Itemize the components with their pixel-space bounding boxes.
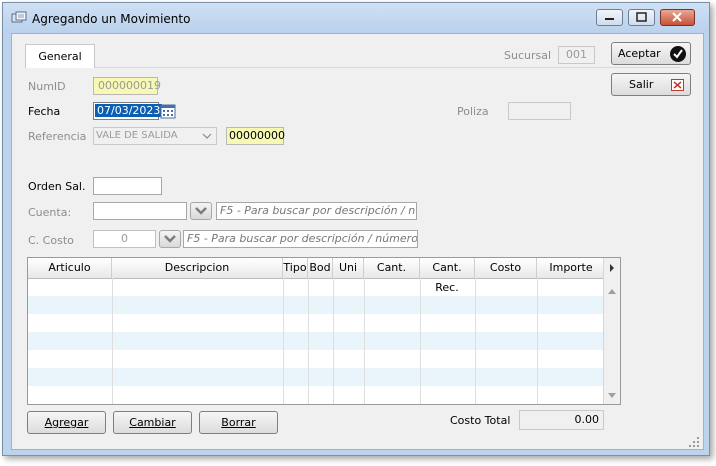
minimize-icon bbox=[605, 18, 614, 20]
grid-column-line bbox=[283, 278, 284, 404]
grid-column-line bbox=[112, 278, 113, 404]
col-descripcion[interactable]: Descripcion bbox=[112, 258, 283, 278]
referencia-label: Referencia bbox=[28, 130, 87, 143]
numid-field: 000000019 bbox=[93, 77, 161, 95]
table-row[interactable] bbox=[28, 350, 606, 368]
close-x-icon bbox=[671, 79, 684, 91]
salir-button[interactable]: Salir bbox=[611, 73, 691, 96]
fecha-field[interactable]: 07/03/2023 bbox=[93, 102, 163, 120]
referencia-select-value: VALE DE SALIDA bbox=[96, 130, 178, 141]
salir-label: Salir bbox=[629, 78, 654, 91]
referencia-code-field: 00000000 bbox=[226, 127, 285, 145]
cuenta-search-hint[interactable]: F5 - Para buscar por descripción / núme bbox=[216, 202, 417, 220]
costo-total-label: Costo Total bbox=[450, 414, 511, 427]
c-costo-label: C. Costo bbox=[28, 234, 74, 247]
col-tipo[interactable]: Tipo bbox=[283, 258, 308, 278]
grid-column-line bbox=[537, 278, 538, 404]
poliza-label: Poliza bbox=[457, 105, 489, 118]
tab-divider bbox=[95, 67, 680, 68]
grid-column-line bbox=[420, 278, 421, 404]
borrar-label: Borrar bbox=[221, 416, 256, 429]
app-icon bbox=[11, 11, 27, 23]
check-icon bbox=[670, 46, 686, 62]
grid-column-line bbox=[364, 278, 365, 404]
col-costo[interactable]: Costo bbox=[475, 258, 537, 278]
sucursal-field: 001 bbox=[558, 46, 595, 64]
cambiar-label: Cambiar bbox=[129, 416, 176, 429]
close-icon bbox=[672, 12, 682, 22]
table-row[interactable] bbox=[28, 368, 606, 386]
table-row[interactable] bbox=[28, 386, 606, 404]
resize-grip-icon[interactable] bbox=[688, 436, 700, 448]
borrar-button[interactable]: Borrar bbox=[199, 411, 278, 434]
referencia-select: VALE DE SALIDA bbox=[93, 127, 217, 145]
aceptar-button[interactable]: Aceptar bbox=[611, 42, 691, 65]
title-bar[interactable]: Agregando un Movimiento bbox=[3, 3, 709, 33]
col-uni[interactable]: Uni bbox=[333, 258, 364, 278]
fecha-value: 07/03/2023 bbox=[95, 104, 163, 117]
col-importe[interactable]: Importe bbox=[537, 258, 606, 278]
table-row[interactable] bbox=[28, 278, 606, 296]
c-costo-field[interactable]: 0 bbox=[93, 230, 156, 248]
poliza-field bbox=[508, 102, 571, 120]
fecha-label: Fecha bbox=[28, 105, 61, 118]
col-articulo[interactable]: Articulo bbox=[28, 258, 112, 278]
costo-total-field: 0.00 bbox=[519, 410, 604, 430]
grid-column-line bbox=[333, 278, 334, 404]
c-costo-search-hint[interactable]: F5 - Para buscar por descripción / númer… bbox=[183, 230, 418, 248]
col-cant-rec[interactable]: Cant. Rec. bbox=[420, 258, 475, 294]
col-bod[interactable]: Bod bbox=[308, 258, 333, 278]
tab-general[interactable]: General bbox=[25, 44, 95, 68]
items-grid[interactable]: Articulo Descripcion Tipo Bod Uni Cant. … bbox=[27, 257, 621, 405]
minimize-button[interactable] bbox=[596, 9, 623, 26]
chevron-down-icon bbox=[195, 207, 207, 215]
scroll-right-icon[interactable] bbox=[606, 263, 618, 273]
c-costo-lookup-button[interactable] bbox=[159, 230, 181, 248]
chevron-down-icon bbox=[164, 235, 176, 243]
dialog-client-area: General Sucursal 001 Aceptar Salir NumID… bbox=[11, 33, 704, 450]
sucursal-label: Sucursal bbox=[504, 49, 552, 62]
cuenta-label: Cuenta: bbox=[28, 206, 72, 219]
maximize-button[interactable] bbox=[628, 9, 655, 26]
close-button[interactable] bbox=[660, 9, 695, 26]
orden-sal-field[interactable] bbox=[93, 177, 162, 195]
window-title: Agregando un Movimiento bbox=[32, 12, 191, 26]
maximize-icon bbox=[636, 12, 647, 22]
grid-header: Articulo Descripcion Tipo Bod Uni Cant. … bbox=[28, 258, 606, 294]
agregar-button[interactable]: Agregar bbox=[27, 411, 106, 434]
grid-column-line bbox=[308, 278, 309, 404]
chevron-down-icon bbox=[202, 133, 212, 139]
col-cant[interactable]: Cant. bbox=[364, 258, 420, 278]
table-row[interactable] bbox=[28, 296, 606, 314]
grid-column-line bbox=[475, 278, 476, 404]
cambiar-button[interactable]: Cambiar bbox=[113, 411, 192, 434]
dialog-window: Agregando un Movimiento General Sucursal… bbox=[2, 2, 710, 456]
scroll-down-icon[interactable] bbox=[606, 391, 618, 401]
grid-vertical-scrollbar[interactable] bbox=[603, 258, 620, 404]
calendar-icon[interactable] bbox=[160, 103, 176, 119]
scroll-up-icon[interactable] bbox=[606, 286, 618, 296]
cuenta-lookup-button[interactable] bbox=[190, 202, 212, 220]
orden-sal-label: Orden Sal. bbox=[28, 180, 86, 193]
aceptar-label: Aceptar bbox=[618, 47, 661, 60]
agregar-label: Agregar bbox=[44, 416, 89, 429]
cuenta-field[interactable] bbox=[93, 202, 187, 220]
table-row[interactable] bbox=[28, 314, 606, 332]
table-row[interactable] bbox=[28, 332, 606, 350]
numid-label: NumID bbox=[28, 80, 66, 93]
